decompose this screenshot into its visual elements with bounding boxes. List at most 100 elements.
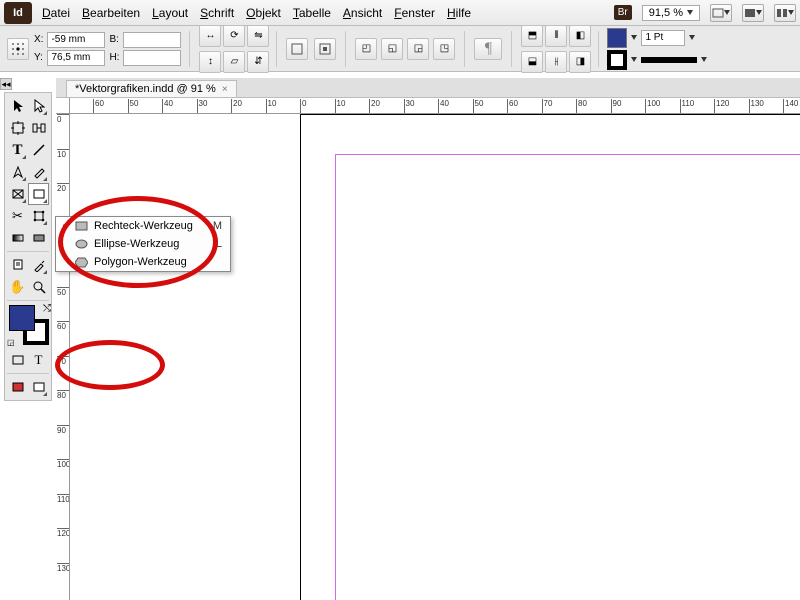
x-label: X: [34,34,43,45]
chevron-down-icon [687,10,693,15]
screen-mode-button[interactable] [742,4,764,22]
w-field[interactable] [123,32,181,48]
hand-tool[interactable]: ✋ [7,276,28,298]
fitting-d-button[interactable]: ◳ [433,38,455,60]
pencil-tool[interactable] [28,161,49,183]
close-tab-icon[interactable]: × [222,84,228,95]
menu-bar: Id Datei Bearbeiten Layout Schrift Objek… [0,0,800,26]
page-tool[interactable] [7,117,28,139]
flyout-item-rect[interactable]: ■Rechteck-WerkzeugM [56,217,230,235]
select-content-button[interactable] [314,38,336,60]
bridge-button[interactable]: Br [614,5,632,20]
h-field[interactable] [123,50,181,66]
rectangle-frame-tool[interactable] [7,183,28,205]
scale-y-button[interactable]: ↕ [199,51,221,73]
direct-selection-tool[interactable] [28,95,49,117]
stroke-swatch[interactable] [607,50,627,70]
flyout-item-label: Polygon-Werkzeug [94,256,187,268]
rect-icon [74,220,88,232]
format-container-button[interactable] [7,349,28,371]
vertical-ruler[interactable]: 0102030405060708090100110120130 [56,114,70,600]
eyedropper-tool[interactable] [28,254,49,276]
line-tool[interactable] [28,139,49,161]
scissors-tool[interactable]: ✂ [7,205,28,227]
default-fill-stroke-icon[interactable]: ◲ [7,338,15,347]
chevron-down-icon[interactable] [631,35,637,40]
flip-v-button[interactable]: ⇵ [247,51,269,73]
w-label: B: [109,34,119,45]
menu-layout[interactable]: Layout [152,6,188,20]
tool-panel: T ✂ ✋ ⤭ ◲ T [4,92,52,401]
y-label: Y: [34,52,43,63]
document-tab-title: *Vektorgrafiken.indd @ 91 % [75,83,216,95]
document-canvas[interactable] [70,114,800,600]
paragraph-style-button[interactable]: ¶ [474,38,502,60]
view-mode-button[interactable] [28,376,49,398]
fitting-c-button[interactable]: ◲ [407,38,429,60]
fitting-b-button[interactable]: ◱ [381,38,403,60]
free-transform-tool[interactable] [28,205,49,227]
stroke-weight-field[interactable]: 1 Pt [641,30,685,46]
fill-proxy[interactable] [9,305,35,331]
shear-button[interactable]: ▱ [223,51,245,73]
h-label: H: [109,52,119,63]
page-margin-guide [335,154,800,600]
hex-icon [74,256,88,268]
app-logo: Id [4,2,32,24]
panel-collapse-nub[interactable]: ◂◂ [0,78,12,90]
flyout-item-label: Ellipse-Werkzeug [94,238,179,250]
apply-color-button[interactable] [7,376,28,398]
align-right-button[interactable]: ◨ [569,51,591,73]
swap-fill-stroke-icon[interactable]: ⤭ [43,303,51,314]
gap-tool[interactable] [28,117,49,139]
zoom-level-field[interactable]: 91,5 % [642,5,700,21]
flyout-item-ellipse[interactable]: Ellipse-WerkzeugL [56,235,230,253]
align-bottom-button[interactable]: ⬓ [521,51,543,73]
arrange-docs-button[interactable] [774,4,796,22]
menu-schrift[interactable]: Schrift [200,6,234,20]
pen-tool[interactable] [7,161,28,183]
selection-tool[interactable] [7,95,28,117]
menu-hilfe[interactable]: Hilfe [447,6,471,20]
chevron-down-icon[interactable] [631,57,637,62]
align-top-button[interactable]: ⬒ [521,25,543,47]
note-tool[interactable] [7,254,28,276]
fill-swatch[interactable] [607,28,627,48]
gradient-feather-tool[interactable] [28,227,49,249]
chevron-down-icon[interactable] [701,57,707,62]
gradient-swatch-tool[interactable] [7,227,28,249]
reference-point-proxy[interactable] [7,38,29,60]
distribute-v-button[interactable]: ⫲ [545,51,567,73]
fill-stroke-proxy[interactable]: ⤭ ◲ [7,303,51,347]
flyout-item-shortcut: M [199,220,222,232]
chevron-down-icon[interactable] [689,35,695,40]
transform-icons: ↔ ⟳ ⇋ ↕ ▱ ⇵ [198,24,268,74]
distribute-h-button[interactable]: ⫴ [545,25,567,47]
fitting-a-button[interactable]: ◰ [355,38,377,60]
x-field[interactable]: -59 mm [47,32,105,48]
scale-x-button[interactable]: ↔ [199,25,221,47]
select-container-button[interactable] [286,38,308,60]
menu-datei[interactable]: Datei [42,6,70,20]
type-tool[interactable]: T [7,139,28,161]
flyout-item-hex[interactable]: Polygon-Werkzeug [56,253,230,271]
document-tab[interactable]: *Vektorgrafiken.indd @ 91 % × [66,80,237,97]
zoom-tool[interactable] [28,276,49,298]
menu-fenster[interactable]: Fenster [394,6,435,20]
view-options-button[interactable] [710,4,732,22]
stroke-style-dropdown[interactable] [641,57,697,63]
format-text-button[interactable]: T [28,349,49,371]
horizontal-ruler[interactable]: 6050403020100102030405060708090100110120… [70,98,800,114]
document-tab-bar: *Vektorgrafiken.indd @ 91 % × [56,78,800,98]
y-field[interactable]: 76,5 mm [47,50,105,66]
menu-tabelle[interactable]: Tabelle [293,6,331,20]
align-left-button[interactable]: ◧ [569,25,591,47]
menu-ansicht[interactable]: Ansicht [343,6,382,20]
menu-objekt[interactable]: Objekt [246,6,281,20]
rectangle-tool[interactable] [28,183,49,205]
menu-bearbeiten[interactable]: Bearbeiten [82,6,140,20]
flip-h-button[interactable]: ⇋ [247,25,269,47]
shape-tool-flyout: ■Rechteck-WerkzeugMEllipse-WerkzeugL Poly… [55,216,231,272]
ruler-origin[interactable] [56,98,70,114]
rotate-button[interactable]: ⟳ [223,25,245,47]
